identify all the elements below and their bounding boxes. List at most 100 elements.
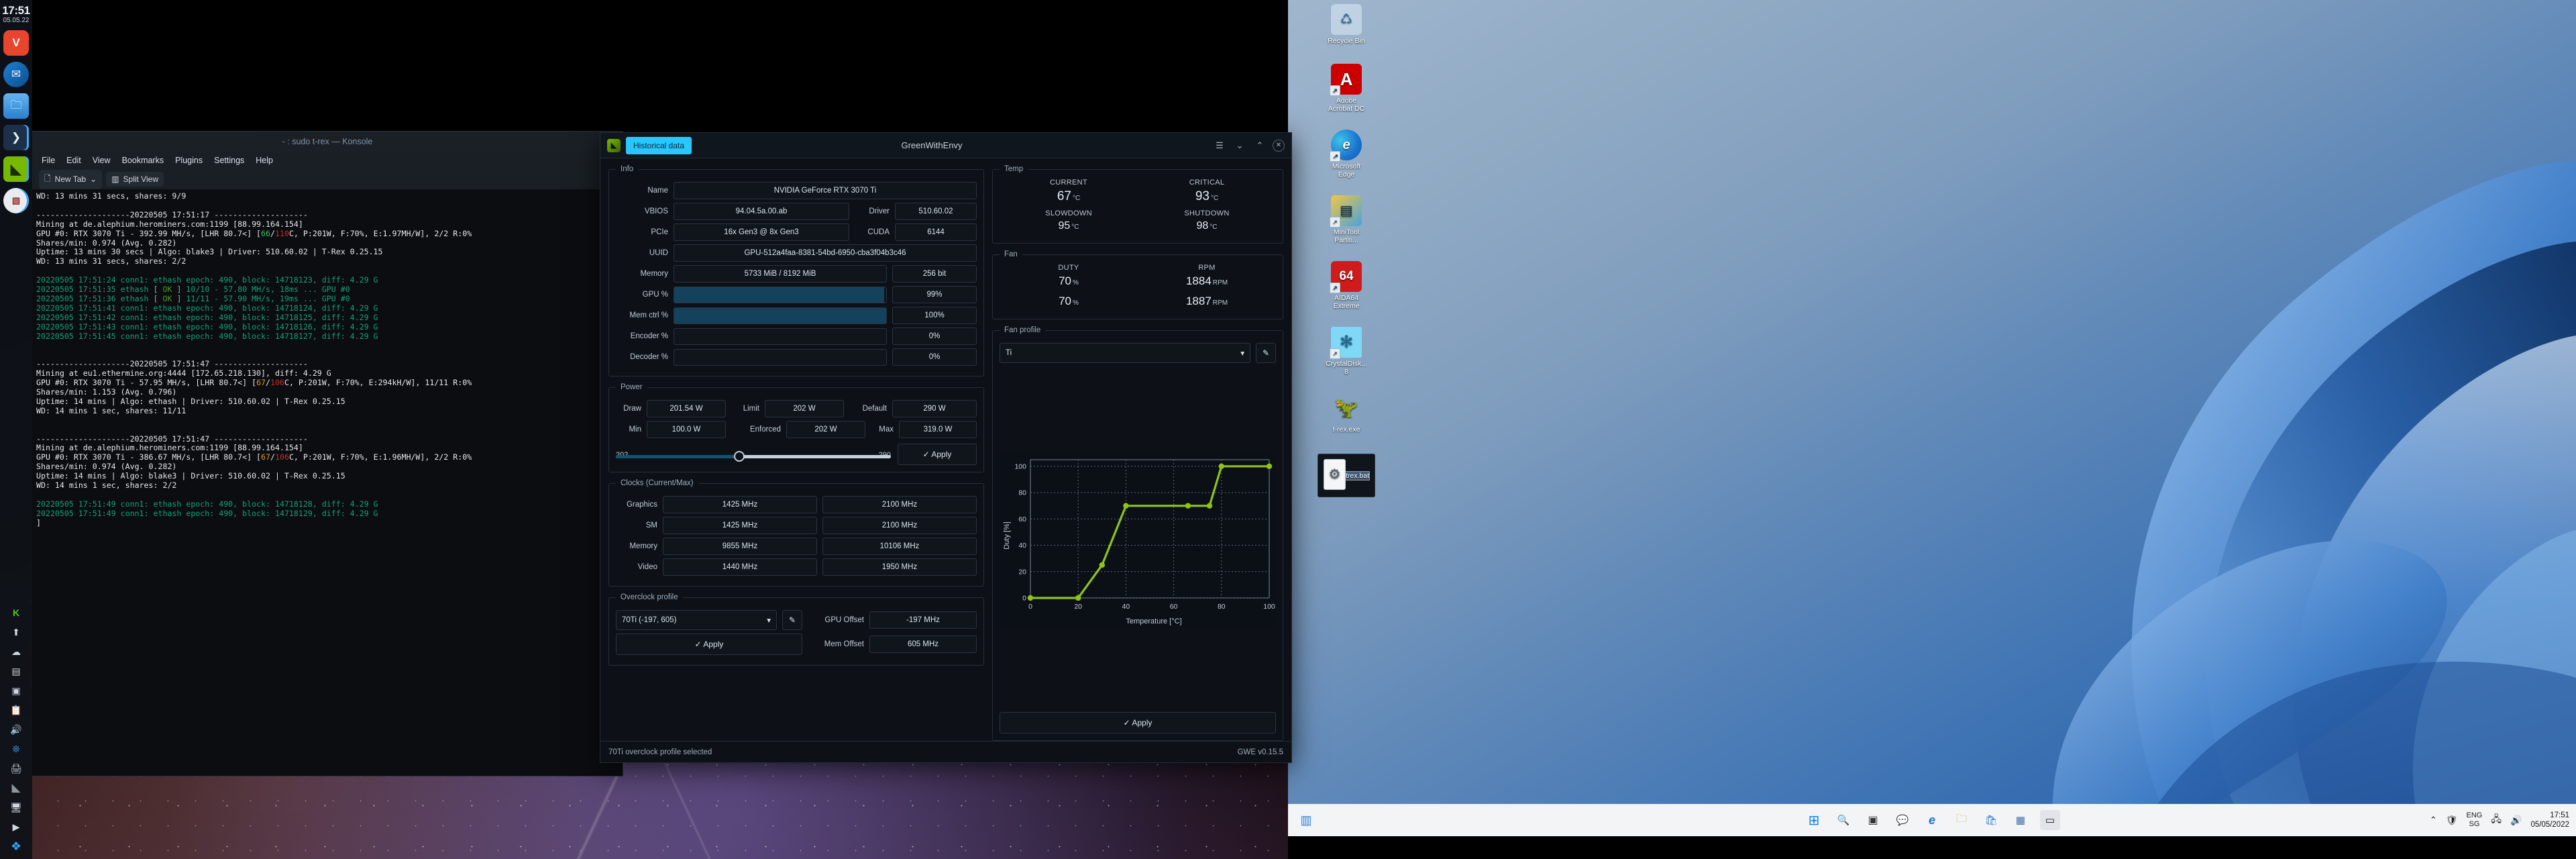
menu-settings[interactable]: Settings	[214, 156, 244, 165]
overclock-profile-select[interactable]: 70Ti (-197, 605) ▾	[616, 610, 777, 630]
chevron-down-icon: ▾	[767, 617, 771, 625]
task-view-button[interactable]: ▣	[1863, 810, 1883, 830]
clock-memory-current: 9855 MHz	[663, 538, 817, 555]
file-explorer-button[interactable]: 🗀	[1951, 810, 1972, 830]
taskbar-clock-date: 05/05/2022	[2530, 821, 2569, 829]
temp-shutdown-unit: °C	[1210, 223, 1218, 231]
menu-edit[interactable]: Edit	[66, 156, 81, 165]
menu-help[interactable]: Help	[256, 156, 273, 165]
desktop-icon-adobe-acrobat-dc[interactable]: A Adobe Acrobat DC	[1318, 64, 1375, 113]
desktop-icon-t-rex-exe[interactable]: 🦖 t-rex.exe	[1318, 393, 1375, 434]
menu-bookmarks[interactable]: Bookmarks	[122, 156, 164, 165]
info-row-gpu-pct: GPU % 99%	[616, 286, 977, 303]
display-icon: 🖥	[10, 801, 22, 813]
new-tab-button[interactable]: 🗋 New Tab ⌄	[39, 169, 103, 189]
cmd-taskbar-button[interactable]: ▭	[2040, 810, 2060, 830]
konsole-window: - : sudo t-rex — Konsole File Edit View …	[32, 132, 623, 776]
linux-desktop: 17:51 05.05.22 V ✉ 🗀 ❯ ◣ ▧ K ⬆ ☁ ▤ ▣ 📋 🔊…	[0, 0, 1291, 859]
split-view-button[interactable]: ▥ Split View	[106, 172, 164, 187]
tray-kde-connect[interactable]: K	[5, 604, 27, 621]
power-apply-button[interactable]: ✓ Apply	[898, 444, 977, 465]
gwe-maximize-button[interactable]: ⌃	[1252, 138, 1267, 153]
dock-item-file-manager[interactable]: 🗀	[3, 93, 29, 119]
dock-item-virtualbox[interactable]: ▧	[3, 188, 29, 213]
adobe-acrobat-icon: A	[1330, 64, 1362, 96]
min-label: Min	[629, 425, 641, 434]
menu-file[interactable]: File	[42, 156, 55, 165]
clocks-group: Clocks (Current/Max) Graphics 1425 MHz 2…	[608, 479, 984, 587]
tray-terminal[interactable]: ▣	[5, 682, 27, 699]
dock-item-konsole[interactable]: ❯	[3, 125, 29, 150]
nvidia-icon: ◣	[10, 160, 22, 177]
temp-slowdown-value: 95 °C	[1000, 219, 1138, 236]
tray-language-indicator[interactable]: ENG SG	[2467, 811, 2483, 829]
tray-volume[interactable]: 🔊	[5, 721, 27, 738]
gwe-minimize-button[interactable]: ⌄	[1232, 138, 1247, 153]
pcie-value: 16x Gen3 @ 8x Gen3	[674, 223, 849, 241]
dock-clock[interactable]: 17:51 05.05.22	[0, 0, 32, 24]
menu-view[interactable]: View	[93, 156, 111, 165]
tray-volume-icon[interactable]: 🔊	[2510, 815, 2522, 826]
gpu-pct-value: 99%	[892, 286, 977, 303]
memory-bus-value: 256 bit	[892, 265, 977, 283]
enforced-label: Enforced	[749, 425, 781, 434]
vivaldi-icon: V	[12, 36, 20, 49]
tray-system-monitor[interactable]: ❖	[5, 838, 27, 855]
tray-show-hidden[interactable]: ▶	[5, 818, 27, 836]
calculator-button[interactable]: ▦	[2010, 810, 2031, 830]
desktop-icon-crystaldiskinfo[interactable]: ✻ CrystalDisk... 8	[1318, 327, 1375, 376]
tray-security-icon[interactable]: 🛡	[2446, 815, 2458, 826]
tray-network-icon[interactable]: 🖧	[2491, 812, 2502, 828]
konsole-terminal-output[interactable]: WD: 13 mins 31 secs, shares: 9/9 -------…	[32, 189, 623, 776]
konsole-titlebar[interactable]: - : sudo t-rex — Konsole	[32, 132, 623, 152]
tray-disk[interactable]: ▤	[5, 662, 27, 680]
clocks-row-sm: SM 1425 MHz 2100 MHz	[616, 517, 977, 534]
overclock-apply-button[interactable]: ✓ Apply	[616, 634, 802, 655]
desktop-icon-aida64-extreme[interactable]: 64 AIDA64 Extreme	[1318, 261, 1375, 310]
edge-button[interactable]: e	[1922, 810, 1942, 830]
overclock-edit-button[interactable]: ✎	[782, 610, 802, 630]
cuda-label: CUDA	[867, 228, 890, 236]
dock-item-greenwithenvy[interactable]: ◣	[3, 156, 29, 182]
slider-knob[interactable]	[734, 450, 745, 462]
fan-profile-apply-button[interactable]: ✓ Apply	[1000, 712, 1276, 734]
virtualbox-icon: ▧	[11, 195, 21, 205]
decoder-label: Decoder %	[630, 353, 668, 361]
tray-nvidia[interactable]: ◣	[5, 779, 27, 797]
clocks-row-video: Video 1440 MHz 1950 MHz	[616, 558, 977, 576]
svg-text:40: 40	[1122, 603, 1130, 611]
dock-item-thunderbird[interactable]: ✉	[3, 62, 29, 87]
dock-item-vivaldi[interactable]: V	[3, 30, 29, 56]
tray-bluetooth[interactable]: ❊	[5, 740, 27, 758]
fan-profile-select[interactable]: Ti ▾	[1000, 343, 1250, 363]
taskbar-clock[interactable]: 17:51 05/05/2022	[2530, 811, 2569, 829]
gwe-app-icon: ◣	[607, 138, 621, 152]
cuda-value: 6144	[895, 223, 977, 241]
desktop-icon-recycle-bin[interactable]: ♺ Recycle Bin	[1318, 4, 1375, 45]
tray-clipboard[interactable]: 📋	[5, 701, 27, 719]
desktop-icon-trex-bat[interactable]: ⚙ trex.bat	[1318, 454, 1375, 497]
printer-icon: 🖨	[10, 762, 22, 774]
desktop-icon-minitool-partition[interactable]: ▤ MiniTool Partiti...	[1318, 195, 1375, 244]
tray-chevron-up-icon[interactable]: ⌃	[2430, 815, 2437, 825]
overclock-row-2: ✓ Apply Mem Offset 605 MHz	[616, 634, 977, 655]
svg-text:100: 100	[1014, 462, 1026, 470]
desktop-icon-microsoft-edge[interactable]: e Microsoft Edge	[1318, 130, 1375, 179]
tray-cloud-sync[interactable]: ☁	[5, 643, 27, 660]
fan-rpm2-number: 1887	[1185, 295, 1212, 307]
fan-profile-edit-button[interactable]: ✎	[1256, 343, 1276, 363]
menu-plugins[interactable]: Plugins	[175, 156, 203, 165]
chat-button[interactable]: 💬	[1892, 810, 1913, 830]
power-group: Power Draw 201.54 W Limit 202 W Default …	[608, 383, 984, 472]
tray-display[interactable]: 🖥	[5, 799, 27, 816]
gwe-close-button[interactable]: ✕	[1273, 139, 1285, 152]
search-button[interactable]: 🔍	[1833, 810, 1854, 830]
tray-updates[interactable]: ⬆	[5, 623, 27, 641]
start-button[interactable]: ⊞	[1804, 810, 1824, 830]
store-button[interactable]: 🛍	[1981, 810, 2001, 830]
trex-bat-icon: ⚙	[1324, 459, 1346, 490]
chevron-down-icon[interactable]: ⌄	[90, 174, 97, 184]
tray-printer[interactable]: 🖨	[5, 760, 27, 777]
gwe-menu-button[interactable]: ☰	[1212, 138, 1227, 153]
fan-group: Fan DUTY RPM 70% 1884 RPM 70% 1887 RPM	[992, 250, 1283, 319]
